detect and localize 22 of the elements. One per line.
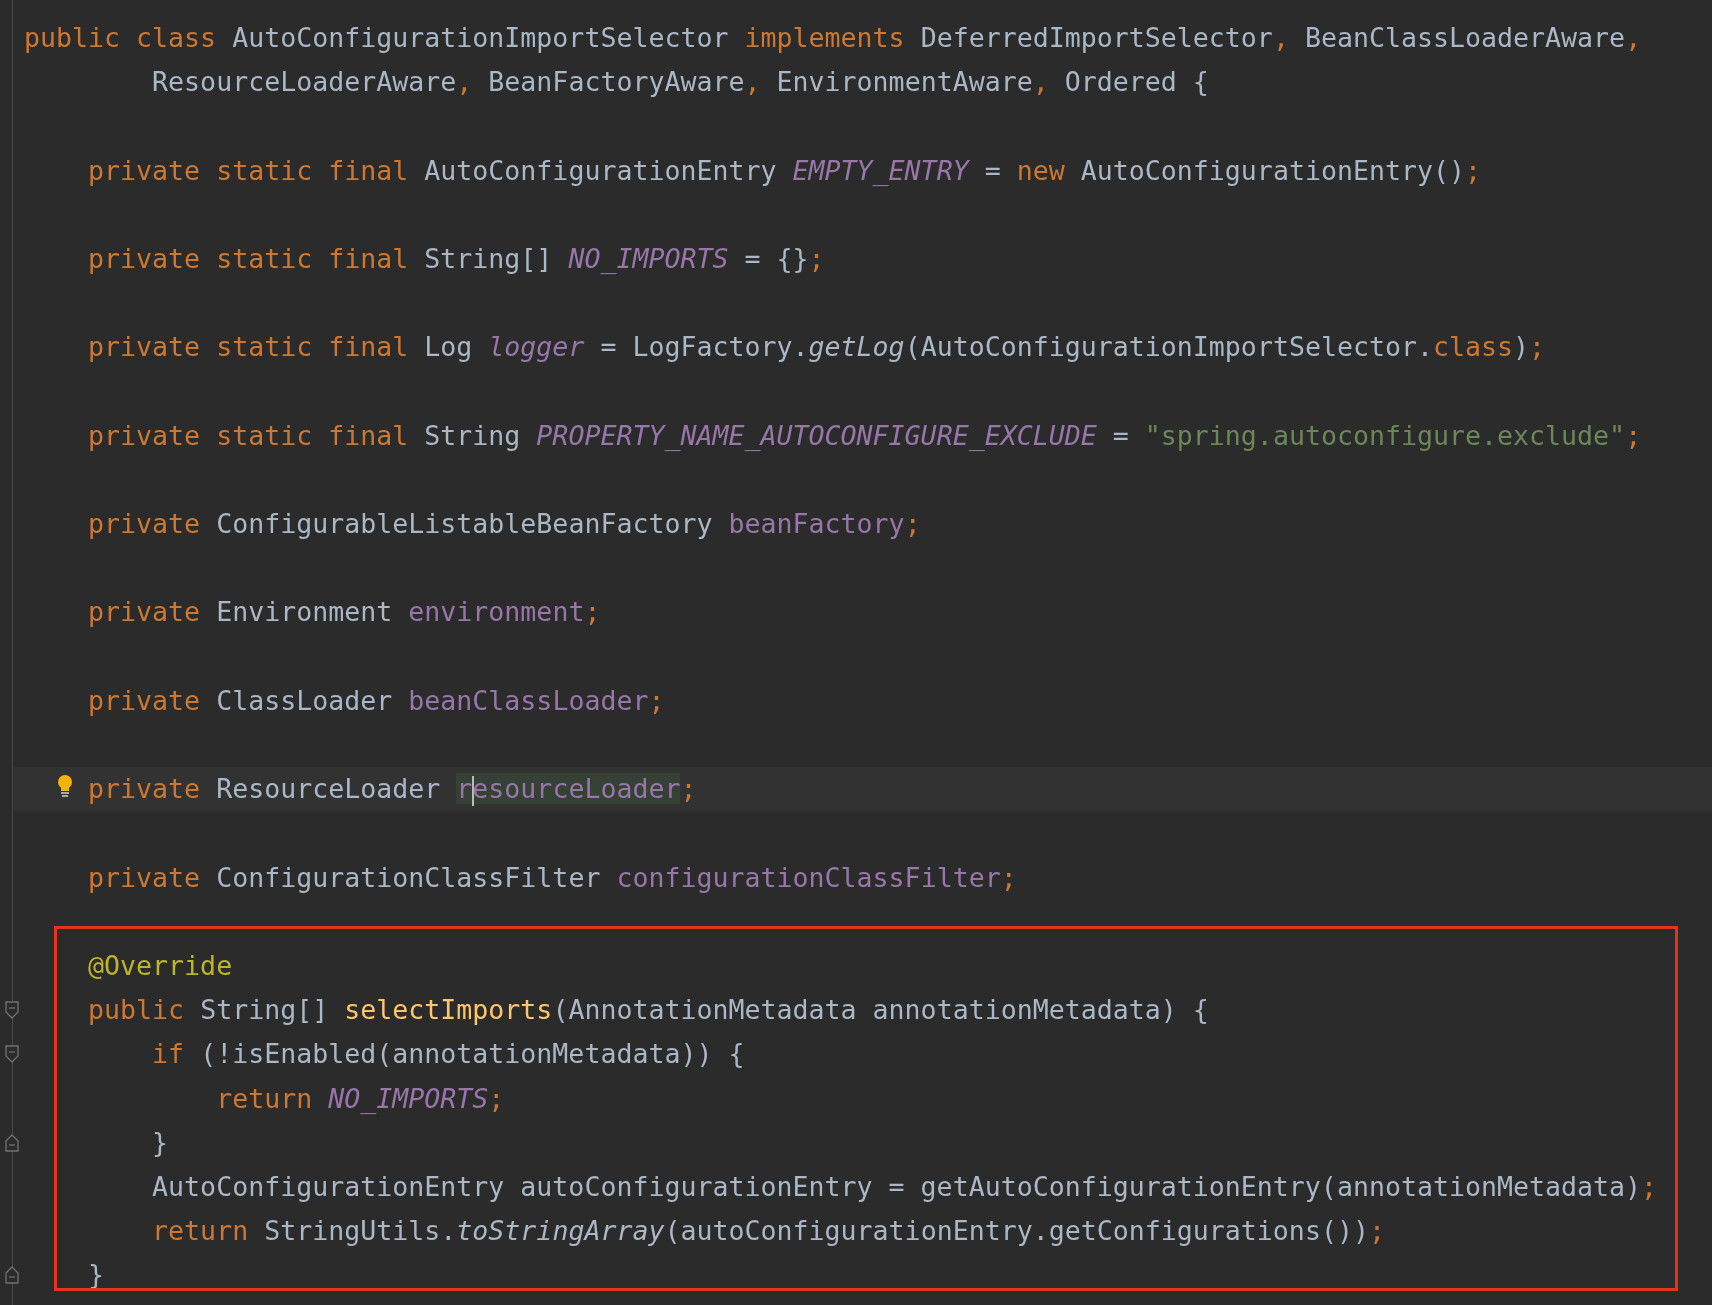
code-line: if (!isEnabled(annotationMetadata)) { [151,1037,745,1072]
code-line: private Environment environment; [87,595,601,630]
code-line: private static final Log logger = LogFactory.getLog(AutoConfigurationImportSelector.class); [87,330,1546,365]
fold-icon[interactable] [4,1133,19,1152]
code-line: private static final String[] NO_IMPORTS = {}; [87,241,825,276]
code-line: AutoConfigurationEntry autoConfigurationEntry = getAutoConfigurationEntry(annotationMetadata); [151,1169,1658,1204]
code-line: private ConfigurationClassFilter configurationClassFilter; [87,860,1017,895]
fold-icon[interactable] [4,1266,19,1285]
code-line: public class AutoConfigurationImportSelector implements DeferredImportSelector, BeanClassLoaderAware, [24,21,1642,55]
fold-icon[interactable] [4,1001,19,1020]
code-line: public String[] selectImports(AnnotationMetadata annotationMetadata) { [87,993,1209,1028]
code-line: private ClassLoader beanClassLoader; [87,683,665,718]
code-line: private static final String PROPERTY_NAME_AUTOCONFIGURE_EXCLUDE = "spring.autoconfigure.exclude"; [87,418,1642,453]
code-line: @Override [87,948,233,983]
code-line: return StringUtils.toStringArray(autoConfigurationEntry.getConfigurations()); [151,1214,1385,1249]
code-line: return NO_IMPORTS; [215,1081,505,1116]
code-line: private static final AutoConfigurationEntry EMPTY_ENTRY = new AutoConfigurationEntry(); [87,153,1482,188]
code-line: ResourceLoaderAware, BeanFactoryAware, EnvironmentAware, Ordered { [151,65,1209,100]
lightbulb-icon[interactable] [57,775,73,800]
fold-icon[interactable] [4,1045,19,1064]
code-line: } [151,1125,169,1160]
code-line: private ConfigurableListableBeanFactory beanFactory; [87,507,921,542]
